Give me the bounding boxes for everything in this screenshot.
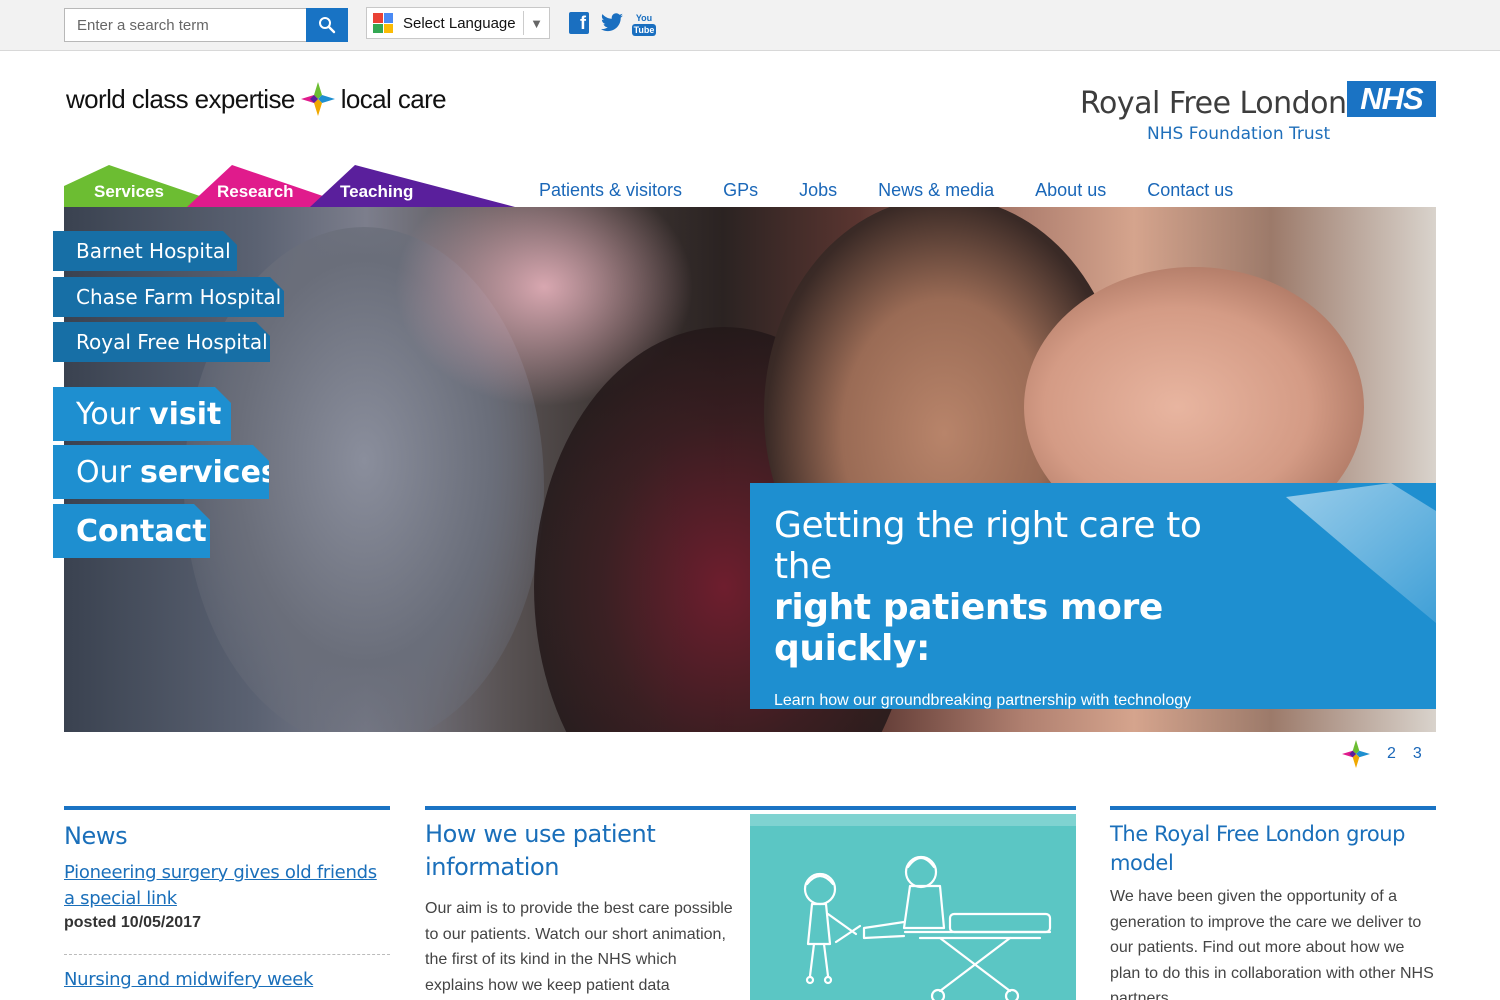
tab-teaching[interactable]: Teaching	[310, 165, 515, 207]
search-icon	[319, 17, 336, 34]
org-name: Royal Free London	[1080, 86, 1347, 121]
our-services-link[interactable]: Our services	[53, 445, 269, 499]
your-visit-bold: visit	[149, 396, 222, 432]
youtube-icon[interactable]: You Tube	[631, 11, 657, 37]
hero-heading: Getting the right care to the right pati…	[774, 505, 1244, 669]
chevron-down-icon: ▼	[523, 11, 549, 35]
facebook-icon[interactable]: f	[569, 12, 589, 34]
hospital-bed-illustration-icon	[803, 855, 1052, 1000]
your-visit-light: Your	[76, 396, 141, 432]
our-services-light: Our	[76, 454, 131, 490]
decorative-facet	[1286, 483, 1436, 623]
nav-gps[interactable]: GPs	[723, 180, 758, 201]
tagline-left: world class expertise	[66, 83, 295, 114]
hospital-link-chase-farm[interactable]: Chase Farm Hospital	[53, 277, 284, 317]
hospital-link-royal-free[interactable]: Royal Free Hospital	[53, 322, 270, 362]
group-model-section: The Royal Free London group model We hav…	[1110, 806, 1436, 1000]
google-translate-icon	[373, 13, 393, 33]
carousel-pager: 2 3	[1342, 740, 1422, 768]
nav-news-media[interactable]: News & media	[878, 180, 994, 201]
tagline: world class expertise local care	[66, 82, 447, 116]
hero-heading-light: Getting the right care to the	[774, 505, 1202, 587]
pager-slide-3[interactable]: 3	[1413, 745, 1422, 763]
patient-info-body: Our aim is to provide the best care poss…	[425, 900, 733, 994]
twitter-icon[interactable]	[600, 12, 624, 34]
animation-video-thumbnail[interactable]	[750, 814, 1076, 1000]
nhs-logo[interactable]: NHS	[1347, 81, 1436, 117]
nav-about-us[interactable]: About us	[1035, 180, 1106, 201]
star-logo-icon	[300, 82, 335, 116]
language-label: Select Language	[403, 14, 516, 32]
main-nav: Patients & visitors GPs Jobs News & medi…	[539, 180, 1274, 201]
search-input[interactable]	[64, 8, 307, 42]
news-section: News Pioneering surgery gives old friend…	[64, 806, 390, 993]
search-button[interactable]	[306, 8, 348, 42]
news-item-date: posted 10/05/2017	[64, 914, 201, 931]
patient-info-section: How we use patient information Our aim i…	[425, 806, 1076, 1000]
active-slide-star-icon[interactable]	[1342, 740, 1370, 768]
group-model-body: We have been given the opportunity of a …	[1110, 888, 1434, 1000]
your-visit-link[interactable]: Your visit	[53, 387, 231, 441]
pager-slide-2[interactable]: 2	[1387, 745, 1396, 763]
hero-promo-card[interactable]: Getting the right care to the right pati…	[750, 483, 1436, 709]
hero-heading-bold: right patients more quickly:	[774, 587, 1163, 669]
news-item-link[interactable]: Pioneering surgery gives old friends a s…	[64, 860, 390, 912]
our-services-bold: services	[139, 454, 279, 490]
hospital-link-barnet[interactable]: Barnet Hospital	[53, 231, 237, 271]
patient-info-title[interactable]: How we use patient information	[425, 818, 735, 884]
org-subtitle: NHS Foundation Trust	[1147, 124, 1331, 144]
nav-jobs[interactable]: Jobs	[799, 180, 837, 201]
language-select[interactable]: Select Language ▼	[366, 7, 550, 39]
nav-patients-visitors[interactable]: Patients & visitors	[539, 180, 682, 201]
news-item-link[interactable]: Nursing and midwifery week	[64, 967, 390, 993]
contact-link[interactable]: Contact	[53, 504, 210, 558]
youtube-bottom-text: Tube	[631, 23, 657, 36]
youtube-top-text: You	[635, 12, 653, 23]
group-model-title[interactable]: The Royal Free London group model	[1110, 820, 1436, 878]
nav-contact-us[interactable]: Contact us	[1147, 180, 1233, 201]
utility-bar: Select Language ▼ f You Tube	[0, 0, 1500, 51]
hero-text: Learn how our groundbreaking partnership…	[774, 692, 1192, 709]
tagline-right: local care	[340, 83, 447, 114]
divider	[64, 954, 390, 955]
news-title: News	[64, 822, 128, 850]
